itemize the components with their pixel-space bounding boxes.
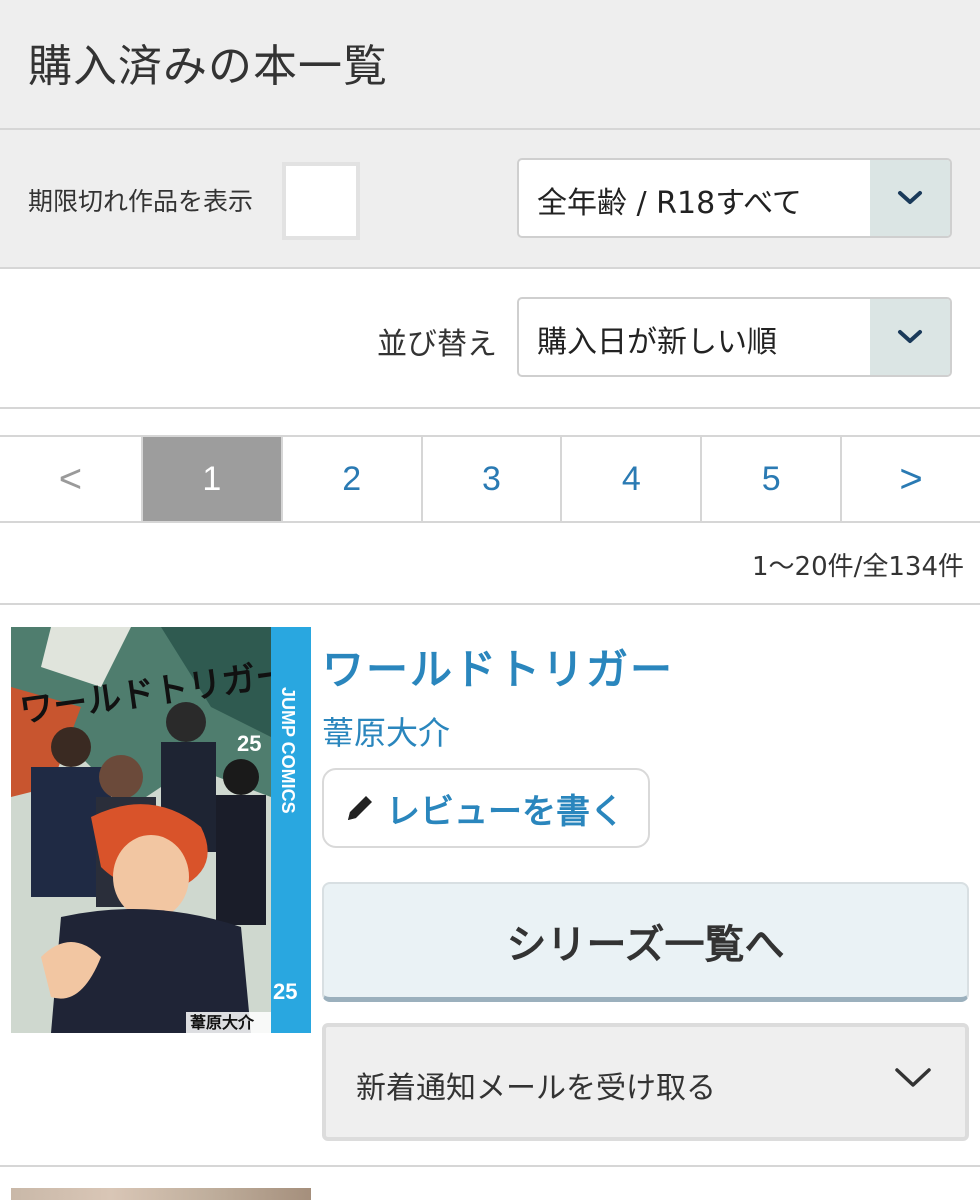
- result-count: 1〜20件/全134件: [751, 552, 964, 582]
- pagination: < 1 2 3 4 5 >: [0, 435, 980, 523]
- age-rating-dropdown-button[interactable]: [870, 160, 950, 236]
- next-book-cover[interactable]: [11, 1188, 311, 1200]
- list-divider: [0, 1165, 980, 1167]
- age-rating-value: 全年齢 / R18すべて: [537, 186, 802, 221]
- page-4-button[interactable]: 4: [560, 437, 700, 521]
- sort-label: 並び替え: [377, 327, 497, 362]
- sort-bar: 並び替え 購入日が新しい順: [0, 269, 980, 409]
- page-title: 購入済みの本一覧: [28, 41, 388, 92]
- book-author-link[interactable]: 葦原大介: [322, 708, 450, 754]
- cover-author-text: 葦原大介: [190, 1013, 255, 1032]
- next-page-button[interactable]: >: [840, 437, 980, 521]
- write-review-label: レビューを書く: [386, 791, 624, 832]
- page-3-button[interactable]: 3: [420, 437, 561, 521]
- chevron-down-icon: [898, 330, 922, 343]
- new-release-mail-label: 新着通知メールを受け取る: [356, 1071, 716, 1106]
- series-list-button[interactable]: シリーズ一覧へ: [322, 882, 969, 1002]
- pencil-icon: [346, 796, 372, 822]
- prev-page-button[interactable]: <: [0, 437, 141, 521]
- sort-value: 購入日が新しい順: [537, 325, 777, 360]
- chevron-down-icon: [895, 1068, 931, 1087]
- chevron-down-icon: [898, 191, 922, 204]
- show-expired-checkbox[interactable]: [282, 162, 360, 240]
- new-release-mail-toggle[interactable]: 新着通知メールを受け取る: [322, 1023, 969, 1141]
- filter-bar: 期限切れ作品を表示 全年齢 / R18すべて: [0, 130, 980, 269]
- write-review-button[interactable]: レビューを書く: [322, 768, 650, 848]
- sort-dropdown-button[interactable]: [870, 299, 950, 375]
- book-title-link[interactable]: ワールドトリガー: [322, 636, 674, 697]
- show-expired-label: 期限切れ作品を表示: [28, 187, 254, 216]
- list-divider: [0, 603, 980, 605]
- cover-imprint-text: JUMP COMICS: [278, 687, 298, 814]
- book-cover[interactable]: 葦原大介 ワールドトリガー JUMP COMICS 25 25: [11, 627, 311, 1033]
- series-list-label: シリーズ一覧へ: [506, 921, 785, 968]
- page-2-button[interactable]: 2: [280, 437, 421, 521]
- page-5-button[interactable]: 5: [700, 437, 840, 521]
- age-rating-select[interactable]: 全年齢 / R18すべて: [517, 158, 952, 238]
- cover-volume-text: 25: [273, 979, 297, 1004]
- page-header: 購入済みの本一覧: [0, 0, 980, 130]
- page-1-button[interactable]: 1: [140, 437, 281, 521]
- cover-volume-badge: 25: [237, 731, 261, 756]
- sort-select[interactable]: 購入日が新しい順: [517, 297, 952, 377]
